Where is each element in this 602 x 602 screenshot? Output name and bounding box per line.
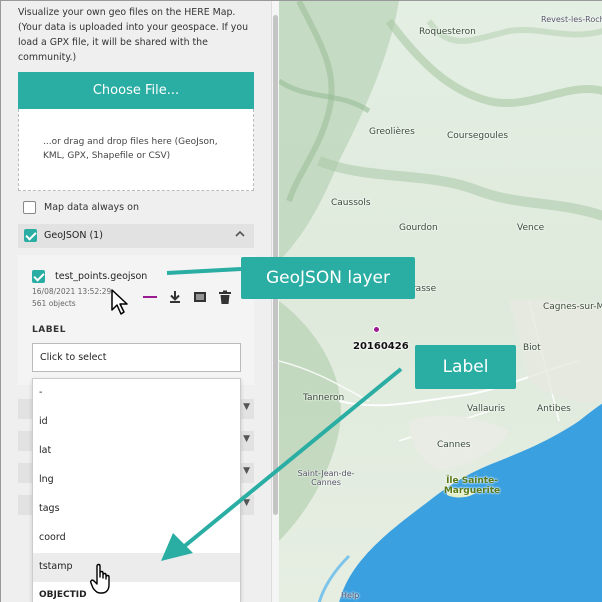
place-revest: Revest-les-Roches	[541, 15, 602, 24]
layer-date: 16/08/2021 13:52:29	[32, 287, 112, 296]
intro-text: Visualize your own geo files on the HERE…	[18, 7, 249, 63]
place-roquesteron: Roquesteron	[419, 27, 476, 37]
chevron-down-icon: ▼	[243, 498, 250, 508]
chevron-down-icon: ▼	[243, 466, 250, 476]
place-vallauris: Vallauris	[467, 404, 506, 414]
drop-zone[interactable]: ...or drag and drop files here (GeoJson,…	[18, 109, 254, 191]
dropdown-option[interactable]: tags	[33, 495, 240, 524]
line-style-icon[interactable]	[142, 289, 158, 305]
layer-card: test_points.geojson 16/08/2021 13:52:29 …	[18, 255, 254, 385]
label-select[interactable]: Click to select	[32, 343, 241, 372]
place-antibes: Antibes	[537, 404, 571, 414]
place-cagnes: Cagnes-sur-Mer	[543, 302, 602, 312]
dropdown-option[interactable]: OBJECTID	[33, 582, 240, 602]
place-coursegoules: Coursegoules	[447, 131, 509, 141]
place-biot: Biot	[523, 343, 541, 353]
layer-tools	[142, 289, 233, 305]
layer-object-count: 561 objects	[32, 299, 76, 308]
dropdown-option[interactable]: -	[33, 379, 240, 408]
geojson-group-checkbox[interactable]	[24, 229, 37, 242]
choose-file-button[interactable]: Choose File...	[18, 72, 254, 109]
place-caussols: Caussols	[331, 198, 371, 208]
help-link[interactable]: Help	[341, 591, 359, 600]
dropdown-option[interactable]: lat	[33, 437, 240, 466]
dropdown-option[interactable]: id	[33, 408, 240, 437]
place-gourdon: Gourdon	[399, 223, 438, 233]
place-cannes: Cannes	[437, 440, 471, 450]
table-icon[interactable]	[192, 289, 208, 305]
place-greolieres: Greolières	[369, 127, 415, 137]
download-icon[interactable]	[167, 289, 183, 305]
place-saint-jean: Saint-Jean-de-Cannes	[297, 469, 355, 487]
map-view[interactable]: Revest-les-Roches Roquesteron Greolières…	[279, 1, 602, 602]
callout-geojson-layer: GeoJSON layer	[241, 257, 415, 299]
label-heading: LABEL	[32, 325, 66, 335]
hand-cursor-icon	[90, 563, 110, 594]
map-data-always-on-checkbox[interactable]	[23, 201, 36, 214]
layer-visibility-checkbox[interactable]	[32, 270, 45, 283]
panel-scrollbar[interactable]	[271, 1, 279, 602]
trash-icon[interactable]	[217, 289, 233, 305]
map-point-marker[interactable]	[373, 326, 380, 333]
chevron-down-icon: ▼	[243, 434, 250, 444]
map-data-always-on-label: Map data always on	[44, 202, 139, 213]
place-vence: Vence	[517, 223, 545, 233]
pointer-cursor-icon	[111, 289, 128, 315]
chevron-down-icon: ▼	[243, 402, 250, 412]
layer-name: test_points.geojson	[55, 271, 148, 282]
place-sainte-marguerite: Île Sainte-Marguerite	[443, 476, 501, 496]
geojson-group-label: GeoJSON (1)	[44, 230, 103, 241]
label-dropdown-list: - id lat lng tags coord tstamp OBJECTID	[32, 378, 241, 602]
dropdown-option[interactable]: lng	[33, 466, 240, 495]
upload-panel: Visualize your own geo files on the HERE…	[1, 1, 271, 602]
geojson-group-header[interactable]: GeoJSON (1)	[18, 224, 254, 248]
chevron-up-icon[interactable]	[234, 228, 246, 243]
place-tanneron: Tanneron	[303, 393, 345, 403]
callout-label: Label	[415, 345, 516, 389]
map-point-label: 20160426	[353, 341, 409, 352]
dropdown-option[interactable]: coord	[33, 524, 240, 553]
dropdown-option[interactable]: tstamp	[33, 553, 240, 582]
